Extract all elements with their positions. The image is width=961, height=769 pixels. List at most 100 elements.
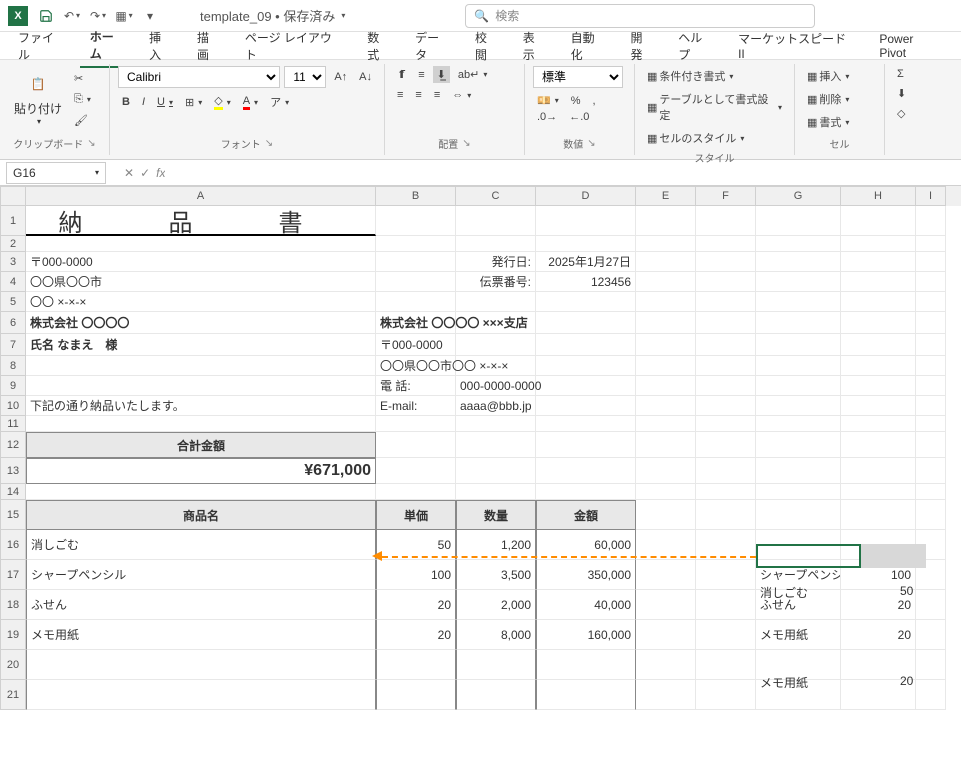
qat-more-icon[interactable]: ▦▾ [114,6,134,26]
align-dialog-launcher[interactable]: ↘ [462,138,470,149]
cell[interactable]: 金額 [536,500,636,530]
row-header[interactable]: 21 [0,680,26,710]
decrease-font-icon[interactable]: A↓ [355,69,376,85]
format-cells-button[interactable]: ▦ 書式▾ [803,112,876,132]
row-header[interactable]: 17 [0,560,26,590]
insert-cells-button[interactable]: ▦ 挿入▾ [803,66,876,86]
menu-tab[interactable]: ホーム [80,24,135,68]
delete-cells-button[interactable]: ▦ 削除▾ [803,89,876,109]
clear-icon[interactable]: ◇ [893,105,917,122]
row-header[interactable]: 20 [0,650,26,680]
cell[interactable]: メモ用紙 [760,674,808,691]
cell[interactable]: ふせん [26,590,376,620]
menu-tab[interactable]: 表示 [513,25,557,67]
conditional-format-button[interactable]: ▦ 条件付き書式▾ [643,66,786,86]
row-header[interactable]: 8 [0,356,26,376]
row-header[interactable]: 12 [0,432,26,458]
cell[interactable]: 50 [900,584,913,598]
cell[interactable]: 〇〇県〇〇市 [26,272,376,292]
autosum-icon[interactable]: Σ [893,66,917,82]
cell[interactable]: 2,000 [456,590,536,620]
row-header[interactable]: 13 [0,458,26,484]
increase-font-icon[interactable]: A↑ [330,69,351,85]
col-header[interactable]: A [26,186,376,206]
merge-icon[interactable]: ⇔▾ [448,87,475,103]
formula-bar[interactable] [165,162,961,184]
cell-styles-button[interactable]: ▦ セルのスタイル▾ [643,128,786,148]
menu-tab[interactable]: データ [405,25,461,67]
col-header[interactable]: F [696,186,756,206]
menu-tab[interactable]: ヘルプ [668,25,724,67]
name-box[interactable]: G16▾ [6,162,106,184]
align-right-icon[interactable]: ≡ [430,87,444,103]
cell[interactable]: 株式会社 〇〇〇〇 [26,312,376,334]
cell[interactable]: 20 [376,620,456,650]
cell[interactable] [756,530,841,560]
cell[interactable]: 単価 [376,500,456,530]
row-header[interactable]: 3 [0,252,26,272]
font-dialog-launcher[interactable]: ↘ [265,138,273,149]
cut-icon[interactable]: ✂ [70,70,95,87]
number-dialog-launcher[interactable]: ↘ [587,138,595,149]
cell[interactable]: 氏名 なまえ 様 [26,334,376,356]
cell[interactable]: 1,200 [456,530,536,560]
cell[interactable]: 50 [376,530,456,560]
border-button[interactable]: ⊞▾ [181,94,206,111]
cell[interactable]: 合計金額 [26,432,376,458]
menu-tab[interactable]: 開発 [620,25,664,67]
enter-formula-icon[interactable]: ✓ [140,166,150,180]
cell-title[interactable]: 納 品 書 [26,206,376,236]
cell[interactable]: 160,000 [536,620,636,650]
font-color-button[interactable]: A▾ [239,93,262,112]
cell[interactable]: 伝票番号: [456,272,536,292]
paste-button[interactable]: 📋 貼り付け▾ [8,66,68,129]
bold-button[interactable]: B [118,94,134,110]
save-icon[interactable] [36,6,56,26]
menu-tab[interactable]: 描画 [187,25,231,67]
cell[interactable]: 電 話: [376,376,456,396]
cell[interactable]: メモ用紙 [756,620,841,650]
menu-tab[interactable]: Power Pivot [869,28,953,64]
wrap-text-icon[interactable]: ab↵▾ [454,66,491,83]
comma-icon[interactable]: , [589,93,600,109]
italic-button[interactable]: I [138,94,149,110]
row-header[interactable]: 9 [0,376,26,396]
row-header[interactable]: 1 [0,206,26,236]
col-header[interactable]: H [841,186,916,206]
menu-tab[interactable]: マーケットスピード II [728,26,865,65]
menu-tab[interactable]: 挿入 [139,25,183,67]
cell[interactable]: 350,000 [536,560,636,590]
format-painter-icon[interactable]: 🖌 [70,112,95,129]
cell[interactable]: 20 [376,590,456,620]
align-top-icon[interactable]: ⬆̄ [393,66,410,83]
col-header[interactable]: E [636,186,696,206]
redo-icon[interactable]: ↷▾ [88,6,108,26]
align-middle-icon[interactable]: ≡ [414,67,428,83]
select-all-corner[interactable] [0,186,26,206]
row-header[interactable]: 7 [0,334,26,356]
cell[interactable]: 3,500 [456,560,536,590]
row-header[interactable]: 10 [0,396,26,416]
col-header[interactable]: B [376,186,456,206]
cell[interactable]: 8,000 [456,620,536,650]
cell[interactable]: 123456 [536,272,636,292]
fill-color-button[interactable]: ◇▾ [210,92,234,112]
cell[interactable]: 〒000-0000 [26,252,376,272]
row-header[interactable]: 19 [0,620,26,650]
qat-overflow-icon[interactable]: ▾ [140,6,160,26]
currency-icon[interactable]: 💴▾ [533,92,563,109]
font-size-select[interactable]: 11 [284,66,326,88]
col-header[interactable]: D [536,186,636,206]
cell[interactable]: 商品名 [26,500,376,530]
cell[interactable]: 消しごむ [760,584,808,601]
cell[interactable]: E-mail: [376,396,456,416]
menu-tab[interactable]: 自動化 [561,25,617,67]
col-header[interactable]: G [756,186,841,206]
cell[interactable]: 60,000 [536,530,636,560]
cell[interactable]: 2025年1月27日 [536,252,636,272]
menu-tab[interactable]: ファイル [8,25,76,67]
cell[interactable]: 下記の通り納品いたします。 [26,396,376,416]
col-header[interactable]: I [916,186,946,206]
cell[interactable]: 発行日: [456,252,536,272]
cell[interactable]: 40,000 [536,590,636,620]
